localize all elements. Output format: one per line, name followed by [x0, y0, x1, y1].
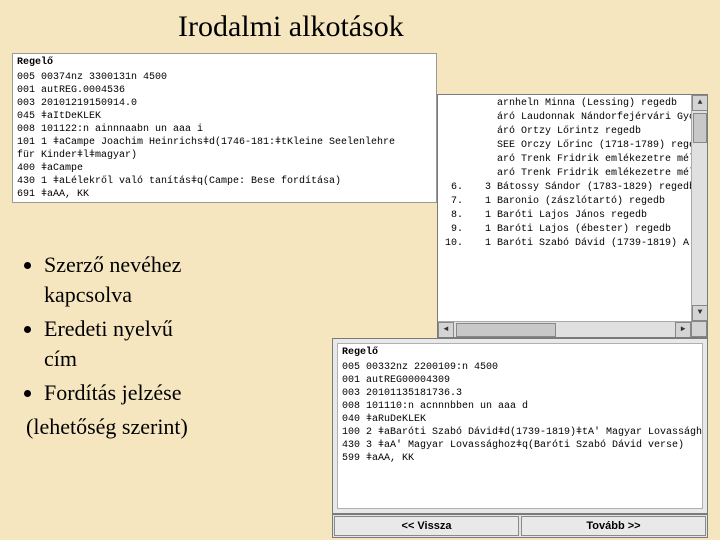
bullet-note: (lehetőség szerint) — [26, 412, 330, 442]
bullet-item: Szerző nevéhezkapcsolva — [44, 250, 330, 310]
record-line: 001 autREG.0004536 — [17, 84, 432, 97]
record-line: für Kinderǂlǂmagyar) — [17, 149, 432, 162]
scroll-corner — [691, 321, 707, 337]
record-line: 008 101122:n ainnnaabn un aaa i — [17, 123, 432, 136]
record-panel-bottom: Regelő 005 00332nz 2200109:n 4500 001 au… — [337, 343, 703, 509]
list-item[interactable]: 7.1 Baronio (zászlótartó) regedb — [441, 195, 688, 209]
results-list-panel: arnheln Minna (Lessing) regedb áró Laudo… — [437, 94, 708, 338]
record-line: 001 autREG00004309 — [342, 374, 698, 387]
record-line: 003 20101135181736.3 — [342, 387, 698, 400]
list-item[interactable]: 8.1 Baróti Lajos János regedb — [441, 209, 688, 223]
record-header: Regelő — [17, 56, 432, 69]
scroll-left-icon[interactable]: ◄ — [438, 322, 454, 338]
record-line: 008 101110:n acnnnbben un aaa d — [342, 400, 698, 413]
record-line: 100 2 ǂaBaróti Szabó Dávidǂd(1739-1819)ǂ… — [342, 426, 698, 439]
scroll-thumb[interactable] — [456, 323, 556, 337]
record-panel-bottom-wrap: Regelő 005 00332nz 2200109:n 4500 001 au… — [332, 338, 708, 514]
list-item[interactable]: áró Laudonnak Nándorfejérvári Győzedelme… — [441, 111, 688, 125]
record-line: 101 1 ǂaCampe Joachim Heinrichsǂd(1746-1… — [17, 136, 432, 149]
results-list[interactable]: arnheln Minna (Lessing) regedb áró Laudo… — [438, 95, 691, 321]
record-line: 691 ǂaAA, KK — [17, 188, 432, 201]
record-line: 430 3 ǂaA' Magyar Lovassághozǂq(Baróti S… — [342, 439, 698, 452]
record-line: 045 ǂaItDeKLEK — [17, 110, 432, 123]
record-line: 005 00332nz 2200109:n 4500 — [342, 361, 698, 374]
list-item[interactable]: arnheln Minna (Lessing) regedb — [441, 97, 688, 111]
list-item[interactable]: 9.1 Baróti Lajos (ébester) regedb — [441, 223, 688, 237]
record-line: 040 ǂaRuDeKLEK — [342, 413, 698, 426]
list-item[interactable]: 6.3 Bátossy Sándor (1783-1829) regedb — [441, 181, 688, 195]
scrollbar-vertical[interactable]: ▲ ▼ — [691, 95, 707, 321]
list-item[interactable]: SEE Orczy Lőrinc (1718-1789) regedb — [441, 139, 688, 153]
scroll-up-icon[interactable]: ▲ — [692, 95, 708, 111]
page-title: Irodalmi alkotások — [178, 10, 404, 44]
list-item[interactable]: áró Ortzy Lőrintz regedb — [441, 125, 688, 139]
list-item[interactable]: aró Trenk Fridrik emlékezetre méltó Élet… — [441, 153, 688, 167]
record-line: 430 1 ǂaLélekről való tanításǂq(Campe: B… — [17, 175, 432, 188]
bullet-item: Fordítás jelzése — [44, 378, 330, 408]
record-line: 599 ǂaAA, KK — [342, 452, 698, 465]
record-line: 003 20101219150914.0 — [17, 97, 432, 110]
record-header: Regelő — [342, 346, 698, 359]
list-item[interactable]: 10.1 Baróti Szabó Dávid (1739-1819) A' M… — [441, 237, 688, 251]
next-button[interactable]: Tovább >> — [521, 516, 706, 536]
scroll-thumb[interactable] — [693, 113, 707, 143]
record-panel-top: Regelő 005 00374nz 3300131n 4500 001 aut… — [12, 53, 437, 203]
button-bar: << Vissza Tovább >> — [332, 514, 708, 538]
record-line: 005 00374nz 3300131n 4500 — [17, 71, 432, 84]
back-button[interactable]: << Vissza — [334, 516, 519, 536]
list-item[interactable]: aró Trenk Fridrik emlékezetre méltó élet… — [441, 167, 688, 181]
scroll-right-icon[interactable]: ► — [675, 322, 691, 338]
bullet-item: Eredeti nyelvűcím — [44, 314, 330, 374]
record-line: 400 ǂaCampe — [17, 162, 432, 175]
scrollbar-horizontal[interactable]: ◄ ► — [438, 321, 691, 337]
bullet-list: Szerző nevéhezkapcsolva Eredeti nyelvűcí… — [30, 250, 330, 446]
scroll-down-icon[interactable]: ▼ — [692, 305, 708, 321]
